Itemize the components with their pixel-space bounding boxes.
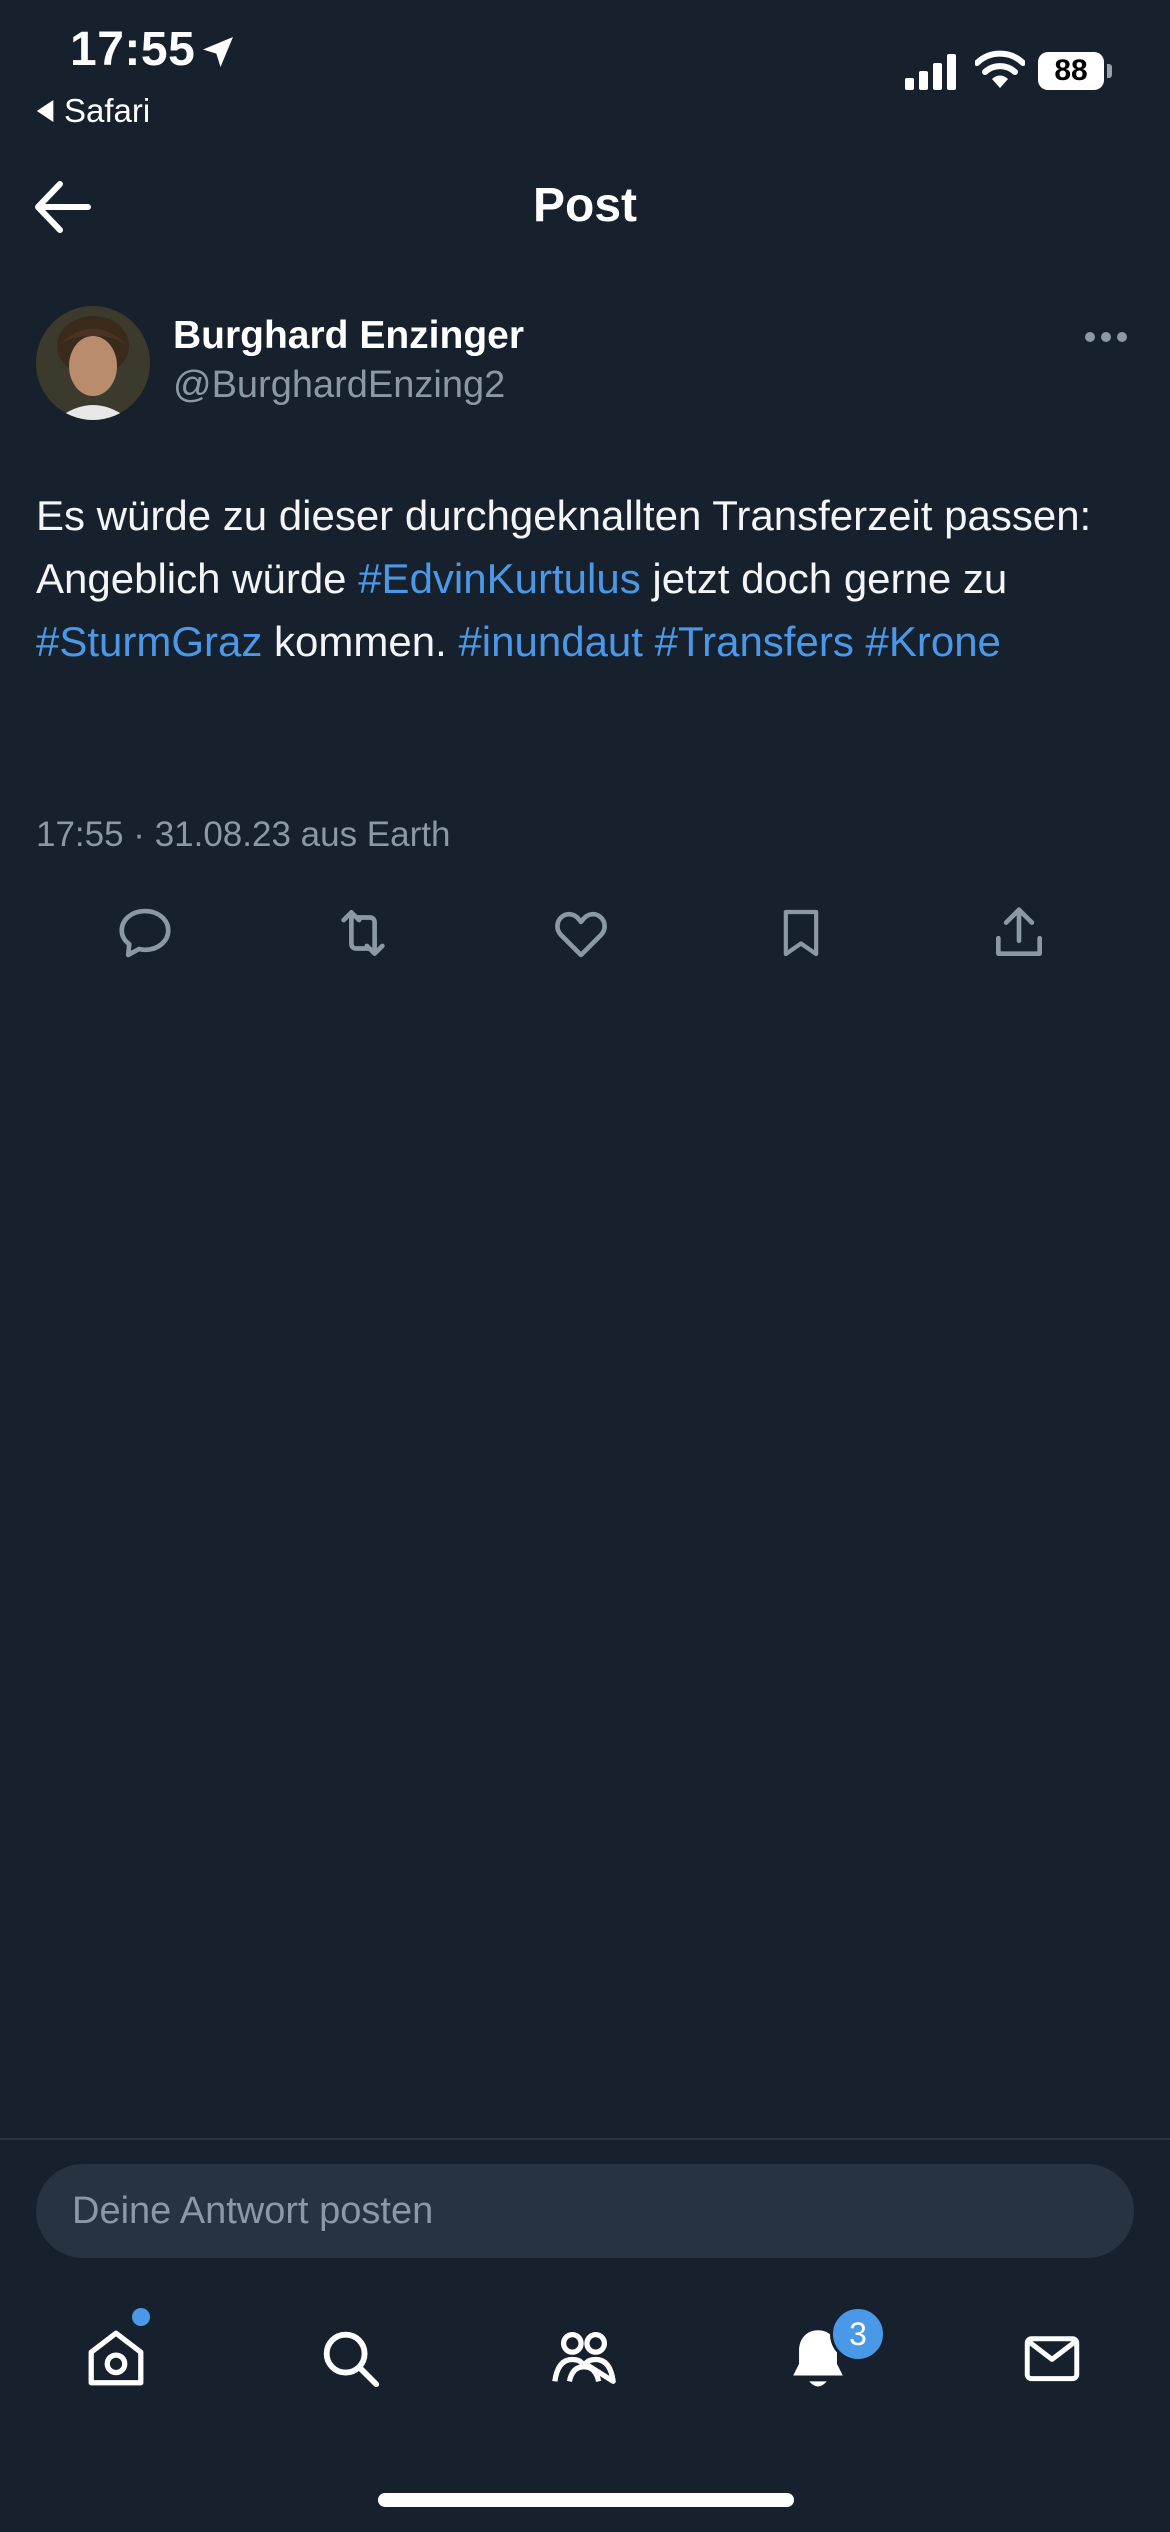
hashtag-link[interactable]: #SturmGraz [36, 618, 262, 665]
communities-icon[interactable] [544, 2318, 624, 2398]
back-to-safari[interactable]: Safari [36, 92, 150, 130]
back-app-label: Safari [64, 92, 151, 129]
battery-indicator: 88 [1038, 52, 1112, 90]
home-icon[interactable] [76, 2318, 156, 2398]
post-timestamp: 17:55 · 31.08.23 aus Earth [36, 815, 451, 854]
reply-input[interactable] [36, 2164, 1134, 2258]
hashtag-link[interactable]: #EdvinKurtulus [358, 555, 641, 602]
status-time: 17:55 [70, 23, 196, 76]
more-options-icon[interactable] [1084, 330, 1128, 344]
home-indicator [378, 2493, 794, 2507]
post-text-segment: kommen. [262, 618, 459, 665]
like-icon[interactable] [546, 898, 616, 968]
back-triangle-icon [36, 100, 56, 122]
reply-divider [0, 2138, 1170, 2140]
search-icon[interactable] [310, 2318, 390, 2398]
retweet-icon[interactable] [328, 898, 398, 968]
hashtag-link[interactable]: #Krone [865, 618, 1000, 665]
page-title: Post [532, 179, 637, 232]
back-arrow-icon[interactable] [34, 180, 92, 234]
battery-level: 88 [1038, 52, 1104, 90]
wifi-icon [975, 50, 1025, 90]
author-avatar[interactable] [36, 306, 150, 420]
messages-icon[interactable] [1012, 2318, 1092, 2398]
post-text-segment [643, 618, 655, 665]
reply-icon[interactable] [110, 898, 180, 968]
post-text-segment: jetzt doch gerne zu [640, 555, 1008, 602]
author-name[interactable]: Burghard Enzinger [173, 314, 524, 358]
hashtag-link[interactable]: #inundaut [458, 618, 643, 665]
home-unread-dot [132, 2308, 150, 2326]
location-arrow-icon [198, 32, 238, 72]
post-text: Es würde zu dieser durchgeknallten Trans… [36, 484, 1136, 673]
notification-count-badge: 3 [830, 2306, 886, 2362]
bookmark-icon[interactable] [766, 898, 836, 968]
cellular-signal-icon [905, 54, 959, 90]
author-handle[interactable]: @BurghardEnzing2 [173, 364, 505, 407]
post-text-segment [854, 618, 866, 665]
share-icon[interactable] [984, 898, 1054, 968]
hashtag-link[interactable]: #Transfers [655, 618, 854, 665]
battery-tip [1107, 64, 1112, 78]
